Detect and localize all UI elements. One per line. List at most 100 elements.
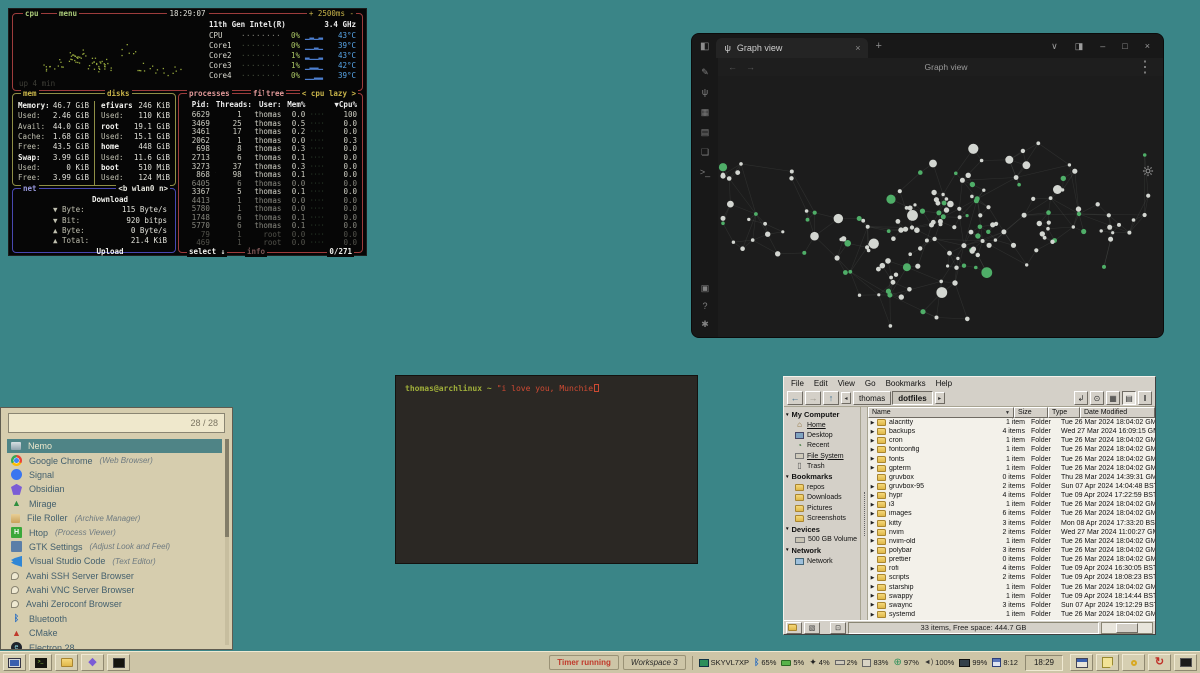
sidebar-item[interactable]: ▯ Trash — [786, 461, 860, 471]
expander-icon[interactable]: ▶ — [868, 484, 877, 490]
breadcrumb-item[interactable]: dotfiles — [892, 391, 932, 405]
sidebar-item[interactable]: Downloads — [786, 493, 860, 503]
taskbar-button-terminal2[interactable] — [107, 654, 130, 671]
collapse-arrow-icon[interactable]: ▾ — [786, 474, 789, 480]
expander-icon[interactable]: ▶ — [868, 575, 877, 581]
column-header-name[interactable]: Name ▼ — [868, 407, 1014, 418]
sidebar-section[interactable]: ▾ My Computer — [786, 409, 860, 420]
search-button[interactable]: ⊙ — [1090, 391, 1104, 405]
expander-icon[interactable]: ▶ — [868, 602, 877, 608]
file-row[interactable]: ▶ swaync 3 items Folder Sun 07 Apr 2024 … — [868, 601, 1155, 610]
list-view-button[interactable]: ▤ — [1122, 391, 1136, 405]
close-button[interactable]: × — [1140, 41, 1155, 51]
expander-icon[interactable]: ▶ — [868, 529, 877, 535]
file-row[interactable]: ▶ kitty 3 items Folder Mon 08 Apr 2024 1… — [868, 519, 1155, 528]
terminal-icon[interactable]: >_ — [700, 168, 710, 177]
graph-view[interactable] — [718, 76, 1163, 337]
file-row[interactable]: ▶ hypr 4 items Folder Tue 09 Apr 2024 17… — [868, 491, 1155, 500]
graph-icon[interactable]: ψ — [702, 88, 708, 97]
sidebar-section[interactable]: ▾ Devices — [786, 524, 860, 535]
expander-icon[interactable]: ▶ — [868, 493, 877, 499]
launcher-item[interactable]: Visual Studio Code (Text Editor) — [7, 554, 222, 568]
launcher-item[interactable]: Avahi VNC Server Browser — [7, 583, 222, 597]
menu-item[interactable]: Edit — [809, 379, 833, 388]
expander-icon[interactable]: ▶ — [868, 447, 877, 453]
info-hint[interactable]: info — [245, 247, 267, 257]
tab-list-chevron-icon[interactable]: ∨ — [1046, 41, 1063, 52]
refresh-interval[interactable]: + 2500ms - — [307, 9, 356, 19]
new-tab-button[interactable]: + — [875, 40, 881, 52]
graph-settings-gear-icon[interactable] — [1141, 164, 1155, 178]
crumb-scroll-left-button[interactable]: ◂ — [841, 392, 851, 404]
sidebar-item[interactable]: Pictures — [786, 503, 860, 513]
side-pane-toggle-button[interactable] — [786, 622, 802, 634]
forward-button[interactable]: → — [805, 391, 821, 405]
launcher-item[interactable]: H Htop (Process Viewer) — [7, 525, 222, 539]
up-button[interactable]: ↑ — [823, 391, 839, 405]
sidebar-item[interactable]: File System — [786, 451, 860, 461]
globe-module[interactable]: ⊕ 97% — [893, 658, 918, 668]
column-header-size[interactable]: Size — [1014, 407, 1048, 418]
sidebar-item[interactable]: repos — [786, 482, 860, 492]
menu-item[interactable]: File — [786, 379, 809, 388]
collapse-arrow-icon[interactable]: ▾ — [786, 526, 789, 532]
sidebar-section[interactable]: ▾ Bookmarks — [786, 471, 860, 482]
file-row[interactable]: ▶ images 6 items Folder Tue 26 Mar 2024 … — [868, 509, 1155, 518]
network-module[interactable]: SKYVL7XP — [699, 658, 749, 667]
crumb-scroll-right-button[interactable]: ▸ — [935, 392, 945, 404]
fan-module[interactable]: ✦ 4% — [809, 658, 829, 667]
more-options-icon[interactable]: ⋮ — [1137, 57, 1153, 77]
pane-splitter[interactable] — [861, 407, 868, 620]
minimize-button[interactable]: – — [1095, 41, 1110, 51]
volume-module[interactable]: ◄) 100% — [924, 658, 954, 667]
expander-icon[interactable]: ▶ — [868, 420, 877, 426]
expander-icon[interactable]: ▶ — [868, 612, 877, 618]
expander-icon[interactable]: ▶ — [868, 456, 877, 462]
file-row[interactable]: ▶ polybar 3 items Folder Tue 26 Mar 2024… — [868, 546, 1155, 555]
file-row[interactable]: ▶ alacritty 1 item Folder Tue 26 Mar 202… — [868, 418, 1155, 427]
interface-label[interactable]: <b wlan0 n> — [116, 184, 170, 194]
menu-item[interactable]: View — [833, 379, 860, 388]
column-header-date[interactable]: Date Modified — [1080, 407, 1155, 418]
forward-icon[interactable]: → — [746, 62, 755, 72]
clock[interactable]: 18:29 — [1025, 655, 1063, 671]
expander-icon[interactable]: ▶ — [868, 548, 877, 554]
file-row[interactable]: ▶ nvim 2 items Folder Wed 27 Mar 2024 11… — [868, 528, 1155, 537]
file-row[interactable]: ▶ swappy 1 item Folder Tue 09 Apr 2024 1… — [868, 592, 1155, 601]
battery-module[interactable]: 5% — [781, 658, 804, 667]
tab-menu[interactable]: menu — [57, 9, 79, 19]
launcher-item[interactable]: ▲ CMake — [7, 626, 222, 640]
expander-icon[interactable]: ▶ — [868, 429, 877, 435]
tree-view-button[interactable]: ▧ — [804, 622, 820, 634]
launcher-item[interactable]: Obsidian — [7, 482, 222, 496]
sidebar-item[interactable]: Network — [786, 556, 860, 566]
icon-view-button[interactable]: ▦ — [1106, 391, 1120, 405]
sidebar-item[interactable]: ◔ Recent — [786, 441, 860, 451]
disk-module[interactable]: 83% — [862, 658, 888, 667]
left-sidebar-toggle-icon[interactable]: ◧ — [700, 41, 709, 52]
launcher-search-input[interactable]: 28 / 28 — [8, 413, 225, 433]
open-in-new-button[interactable]: ↲ — [1074, 391, 1088, 405]
tab-cpu[interactable]: cpu — [23, 9, 41, 19]
timer-module[interactable]: Timer running — [549, 655, 619, 670]
scrollbar-thumb[interactable] — [1116, 623, 1138, 633]
scrollbar-thumb[interactable] — [225, 439, 229, 537]
launcher-item[interactable]: GTK Settings (Adjust Look and Feel) — [7, 540, 222, 554]
memory-module[interactable]: 2% — [835, 658, 858, 667]
tab-processes[interactable]: processes — [187, 89, 232, 99]
tab-mem[interactable]: mem — [21, 89, 39, 99]
launcher-item[interactable]: Signal — [7, 468, 222, 482]
expander-icon[interactable]: ▶ — [868, 438, 877, 444]
menu-item[interactable]: Go — [860, 379, 881, 388]
file-row[interactable]: ▶ gpterm 1 item Folder Tue 26 Mar 2024 1… — [868, 464, 1155, 473]
taskbar-button-computer[interactable] — [3, 654, 26, 671]
expander-icon[interactable]: ▶ — [868, 465, 877, 471]
file-row[interactable]: ▶ fontconfig 1 item Folder Tue 26 Mar 20… — [868, 445, 1155, 454]
tab-disks[interactable]: disks — [105, 89, 132, 99]
expander-icon[interactable]: ▶ — [868, 520, 877, 526]
daily-note-icon[interactable]: ▤ — [701, 128, 710, 137]
expander-icon[interactable]: ▶ — [868, 584, 877, 590]
launcher-item[interactable]: File Roller (Archive Manager) — [7, 511, 222, 525]
file-row[interactable]: ▶ gruvbox-95 2 items Folder Sun 07 Apr 2… — [868, 482, 1155, 491]
new-note-icon[interactable]: ✎ — [701, 68, 709, 77]
